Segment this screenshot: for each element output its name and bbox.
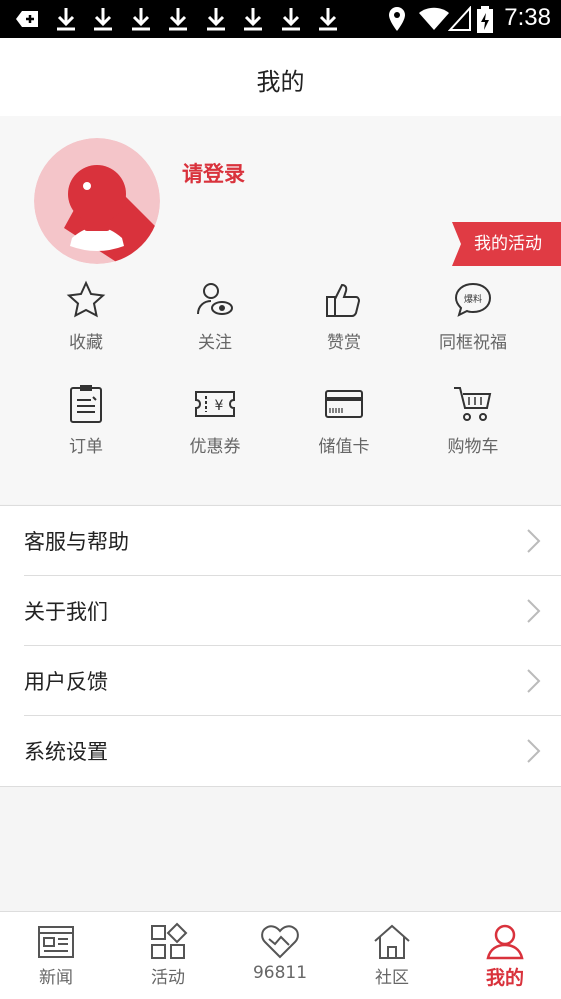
menu-item-label: 客服与帮助 (24, 530, 129, 554)
download-icon (94, 8, 112, 31)
tab-news[interactable]: 新闻 (0, 912, 112, 999)
cart-icon (454, 387, 492, 421)
menu-item-about[interactable]: 关于我们 (24, 576, 561, 646)
tab-activities[interactable]: 活动 (112, 912, 224, 999)
tab-label: 社区 (375, 968, 409, 988)
menu-item-label: 系统设置 (24, 740, 108, 764)
shortcut-label: 订单 (69, 437, 103, 457)
menu-item-settings[interactable]: 系统设置 (24, 716, 561, 786)
shortcut-blessing[interactable]: 爆料 同框祝福 (413, 280, 533, 360)
clipboard-icon (70, 385, 102, 423)
tab-96811[interactable]: 96811 (224, 912, 336, 999)
shortcut-label: 优惠券 (189, 437, 241, 457)
coupon-symbol: ¥ (215, 398, 224, 414)
wifi-icon (419, 7, 449, 30)
tab-mine[interactable]: 我的 (449, 912, 561, 999)
profile-section: 请登录 我的活动 收藏 关注 赞赏 爆料 同框祝福 订单 ¥ 优惠券 储值卡 购… (0, 116, 561, 504)
shortcut-stored-card[interactable]: 储值卡 (284, 384, 404, 464)
chevron-right-icon (527, 669, 541, 693)
download-icon (132, 8, 150, 31)
shortcut-orders[interactable]: 订单 (26, 384, 146, 464)
person-icon (486, 924, 524, 960)
shortcut-label: 赞赏 (327, 333, 361, 353)
page-title: 我的 (256, 68, 305, 96)
heart-icon (261, 925, 299, 959)
tab-community[interactable]: 社区 (336, 912, 448, 999)
status-time: 7:38 (504, 4, 551, 31)
notification-plus-icon (16, 11, 38, 27)
shortcut-follow[interactable]: 关注 (155, 280, 275, 360)
menu-item-label: 关于我们 (24, 600, 108, 624)
menu-item-label: 用户反馈 (24, 670, 108, 694)
battery-charging-icon (477, 6, 493, 33)
location-icon (389, 7, 405, 31)
chevron-right-icon (527, 599, 541, 623)
shortcut-label: 同框祝福 (439, 333, 507, 353)
tab-label: 96811 (252, 963, 308, 983)
download-icon (319, 8, 337, 31)
menu-item-feedback[interactable]: 用户反馈 (24, 646, 561, 716)
settings-menu: 客服与帮助 关于我们 用户反馈 系统设置 (0, 505, 561, 787)
status-bar: 7:38 (0, 0, 561, 38)
header: 我的 (0, 38, 561, 116)
chevron-right-icon (527, 529, 541, 553)
home-icon (374, 924, 410, 959)
tab-label: 新闻 (39, 968, 73, 988)
chat-badge-text: 爆料 (464, 293, 482, 305)
tab-label: 我的 (485, 967, 524, 989)
coupon-icon: ¥ (195, 391, 235, 417)
signal-icon (448, 6, 471, 31)
tab-label: 活动 (151, 968, 185, 988)
bottom-tab-bar: 新闻 活动 96811 社区 我的 (0, 911, 561, 999)
robot-avatar-icon (34, 138, 160, 264)
shortcut-cart[interactable]: 购物车 (413, 384, 533, 464)
shortcut-appreciate[interactable]: 赞赏 (284, 280, 404, 360)
login-link[interactable]: 请登录 (182, 158, 245, 188)
shortcut-label: 储值卡 (318, 437, 370, 457)
shortcut-favorites[interactable]: 收藏 (26, 280, 146, 360)
follow-user-icon (197, 283, 233, 315)
download-icon (57, 8, 75, 31)
apps-icon (151, 922, 188, 959)
star-icon (66, 280, 106, 318)
chat-bubble-icon: 爆料 (454, 282, 492, 317)
chevron-right-icon (527, 739, 541, 763)
download-icon (207, 8, 225, 31)
avatar[interactable] (34, 138, 160, 264)
download-icon (244, 8, 262, 31)
menu-item-help[interactable]: 客服与帮助 (24, 506, 561, 576)
news-icon (38, 926, 74, 958)
shortcut-label: 购物车 (447, 437, 499, 457)
download-icon (169, 8, 187, 31)
thumbs-up-icon (326, 283, 361, 317)
my-activity-tag[interactable]: 我的活动 (452, 222, 561, 266)
shortcut-label: 关注 (198, 333, 232, 353)
download-icon (282, 8, 300, 31)
shortcut-coupons[interactable]: ¥ 优惠券 (155, 384, 275, 464)
card-icon (325, 390, 363, 418)
shortcut-label: 收藏 (69, 333, 103, 353)
